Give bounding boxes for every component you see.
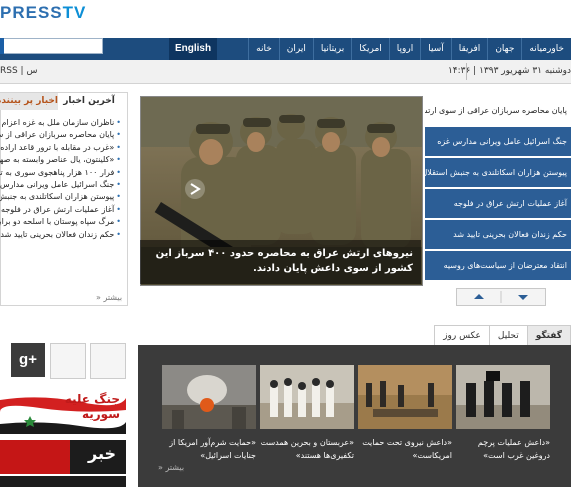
list-item[interactable]: •جنگ اسرائیل عامل ویرانی مدارس غزه [0,179,124,191]
chevron-up-icon[interactable] [474,294,484,299]
gallery-caption[interactable]: «داعش عملیات پرچم دروغین غرب است» [456,436,550,462]
bullet-icon: • [116,179,121,189]
logo-press-text: PRESS [0,3,63,22]
nav-item-america[interactable]: امریکا [351,38,389,60]
bullet-icon: • [116,217,121,227]
bullet-icon: • [116,192,121,202]
headline-list: پایان محاصره سربازان عراقی از سوی ارتش ج… [425,96,571,284]
list-item[interactable]: •ناظران سازمان ملل به غزه اعزام می‌شوند [0,117,124,129]
tab-analysis[interactable]: تحلیل [488,325,528,346]
gallery-thumbnail[interactable] [456,365,550,429]
headline-item[interactable]: پایان محاصره سربازان عراقی از سوی ارتش [425,96,571,126]
datebar-divider [466,63,467,80]
chevron-down-icon[interactable] [518,295,528,300]
nav-item-europe[interactable]: اروپا [388,38,420,60]
rss-link[interactable]: RSS | س [0,66,37,76]
featured-caption: نیروهای ارتش عراق به محاصره حدود ۴۰۰ سرب… [155,248,413,274]
gallery-thumbnail[interactable] [162,365,256,429]
list-item[interactable]: •«غرب در مقابله با ترور قاعد اراده واقعی [0,142,124,154]
gallery-caption[interactable]: «حمایت شرم‌آور امریکا از جنایات اسرائیل» [162,436,256,462]
featured-caption-overlay[interactable]: نیروهای ارتش عراق به محاصره حدود ۴۰۰ سرب… [140,240,421,284]
bullet-icon: • [116,167,121,177]
list-item[interactable]: •فرار ۱۰۰ هزار پناهجوی سوری به ترکیه [0,167,124,179]
nav-list: خانه ایران بریتانیا امریکا اروپا آسیا اف… [248,38,571,60]
nav-item-britain[interactable]: بریتانیا [312,38,351,60]
tab-interview[interactable]: گفتگو [526,325,571,346]
gallery-thumbnail[interactable] [260,365,354,429]
gallery-thumbnail[interactable] [358,365,452,429]
bullet-icon: • [116,118,121,127]
nav-item-iran[interactable]: ایران [278,38,313,60]
nav-english-button[interactable]: English [169,38,217,60]
syria-banner-text: جنگ علیه سوریه [64,392,120,421]
google-plus-icon[interactable]: g+ [11,343,45,377]
gallery-caption[interactable]: «عربستان و بحرین همدست تکفیری‌ها هستند» [260,436,354,462]
headline-item[interactable]: جنگ اسرائیل عامل ویرانی مدارس غزه [425,127,571,157]
list-item[interactable]: •پیوستن هزاران اسکاتلندی به جنبش استقلال [0,191,124,203]
headline-item[interactable]: حکم زندان فعالان بحرینی تایید شد [425,220,571,250]
gallery-more-link[interactable]: » بیشتر [158,463,184,472]
nav-item-world[interactable]: جهان [487,38,521,60]
list-item[interactable]: •«کلینتون، یال عناصر وابسته به صهیونیست [0,154,124,166]
explosion-photo [162,365,256,429]
khabar-banner[interactable]: خبر [0,438,126,487]
list-item[interactable]: •پایان محاصره سربازان عراقی از سوی ارتش [0,129,124,141]
slider-controls [456,288,546,306]
search-input[interactable] [0,38,103,54]
war-on-syria-banner[interactable]: جنگ علیه سوریه [0,388,126,434]
bullet-icon: • [116,130,121,140]
militants-photo [456,365,550,429]
nav-item-home[interactable]: خانه [248,38,279,60]
news-list: •ناظران سازمان ملل به غزه اعزام می‌شوند … [0,117,124,241]
crowd-photo [260,365,354,429]
gallery-caption[interactable]: «داعش نیروی تحت حمایت امریکاست» [358,436,452,462]
bullet-icon: • [116,142,121,152]
desert-photo [358,365,452,429]
tab-latest-news[interactable]: آخرین اخبار [60,93,118,110]
bottom-tabs: گفتگو تحلیل عکس روز [434,325,571,346]
nav-item-africa[interactable]: افریقا [450,38,488,60]
nav-item-asia[interactable]: آسیا [420,38,451,60]
headline-item[interactable]: آغاز عملیات ارتش عراق در فلوجه [425,189,571,219]
list-item[interactable]: •حکم زندان فعالان بحرینی تایید شد [0,229,124,241]
news-more-link[interactable]: » بیشتر [96,293,122,302]
bullet-icon: • [116,204,121,214]
social-share-icon[interactable] [90,343,126,379]
social-share-icon[interactable] [50,343,86,379]
list-item[interactable]: •آغاز عملیات ارتش عراق در فلوجه [0,204,124,216]
search-button[interactable] [0,38,4,54]
bullet-icon: • [116,229,121,239]
nav-item-middle-east[interactable]: خاورمیانه [521,38,571,60]
tab-most-viewed[interactable]: اخبار پر بیننده [0,93,58,110]
presstv-logo[interactable]: PRESSTV [0,3,86,23]
logo-tv-text: TV [62,3,87,22]
headline-item[interactable]: انتقاد معترضان از سیاست‌های روسیه [425,251,571,281]
presstv-watermark-icon [184,178,206,200]
tab-photo-of-day[interactable]: عکس روز [434,325,490,346]
bullet-icon: • [116,155,121,165]
list-item[interactable]: •مرگ سپاه پوستان با اسلحه دو برابر سه [0,216,124,228]
khabar-banner-text: خبر [87,444,116,463]
headline-item[interactable]: پیوستن هزاران اسکاتلندی به جنبش استقلال [425,158,571,188]
